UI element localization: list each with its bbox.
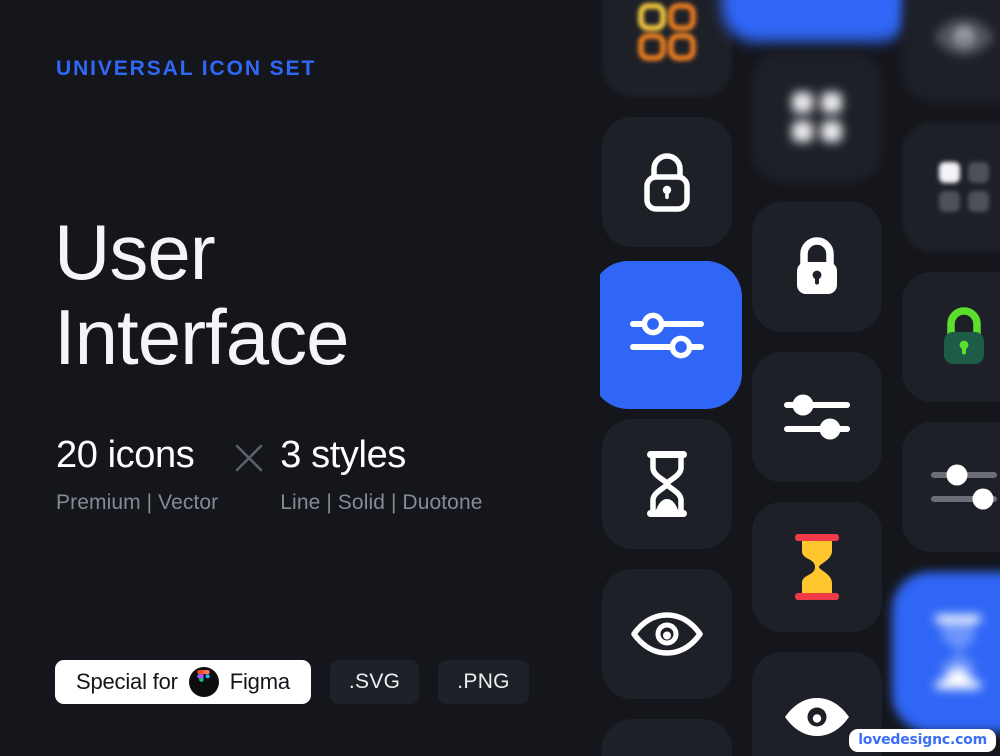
meta-separator — [218, 436, 280, 474]
tile-grid-duotone[interactable] — [602, 0, 732, 97]
tile-sliders-solid[interactable] — [752, 352, 882, 482]
grid-icon — [939, 162, 989, 212]
eye-icon — [785, 698, 849, 736]
tile-grid-duotone-gray[interactable] — [902, 122, 1000, 252]
tile-lock-solid[interactable] — [752, 202, 882, 332]
format-badges: Special for Figma .SVG .PNG — [55, 660, 529, 704]
eyebrow-label: UNIVERSAL ICON SET — [56, 57, 317, 80]
figma-badge[interactable]: Special for Figma — [55, 660, 311, 704]
title-line-1: User — [54, 208, 216, 296]
meta-row: 20 icons Premium | Vector 3 styles Line … — [56, 436, 483, 515]
lock-icon — [944, 307, 984, 364]
tile-blank-solid-highlight[interactable] — [722, 0, 912, 42]
style-count-label: 3 styles — [280, 434, 406, 476]
meta-icons-group: 20 icons Premium | Vector — [56, 436, 218, 515]
tile-partial-bottom-col1[interactable] — [602, 719, 732, 756]
style-count-sub: Line | Solid | Duotone — [280, 491, 483, 514]
tile-hourglass-solid-highlight[interactable] — [892, 572, 1000, 732]
lock-icon — [644, 153, 690, 212]
watermark: lovedesignc.com — [849, 729, 996, 752]
figma-badge-prefix: Special for — [76, 669, 178, 694]
tile-lock-duotone-green[interactable] — [902, 272, 1000, 402]
title-line-2: Interface — [54, 292, 350, 381]
sliders-icon — [630, 312, 704, 359]
eye-icon — [934, 19, 994, 55]
hourglass-icon — [935, 615, 981, 689]
tile-hourglass-duotone[interactable] — [752, 502, 882, 632]
png-badge[interactable]: .PNG — [438, 660, 529, 704]
tile-eye-line[interactable] — [602, 569, 732, 699]
tile-grid-solid[interactable] — [752, 52, 882, 182]
icon-count-sub: Premium | Vector — [56, 491, 219, 514]
tile-sliders-duotone-gray[interactable] — [902, 422, 1000, 552]
eye-icon — [631, 612, 703, 656]
sliders-icon — [784, 394, 850, 440]
figma-logo-icon — [188, 667, 219, 697]
figma-badge-label: Figma — [229, 669, 290, 694]
hourglass-icon — [795, 534, 839, 600]
close-x-icon — [235, 444, 263, 472]
svg-badge[interactable]: .SVG — [329, 660, 420, 704]
hourglass-icon — [647, 451, 687, 517]
meta-styles-group: 3 styles Line | Solid | Duotone — [280, 436, 482, 515]
tile-sliders-line-highlight[interactable] — [592, 261, 742, 409]
tile-eye-duotone-gray[interactable] — [902, 0, 1000, 102]
icon-count-label: 20 icons — [56, 434, 195, 476]
page-title: User Interface — [54, 208, 350, 381]
tile-hourglass-line[interactable] — [602, 419, 732, 549]
hero-left-panel: UNIVERSAL ICON SET User Interface 20 ico… — [0, 0, 600, 756]
lock-icon — [797, 237, 837, 294]
tile-lock-line[interactable] — [602, 117, 732, 247]
grid-icon — [792, 92, 842, 142]
sliders-icon — [931, 464, 997, 510]
grid-icon — [638, 3, 696, 61]
